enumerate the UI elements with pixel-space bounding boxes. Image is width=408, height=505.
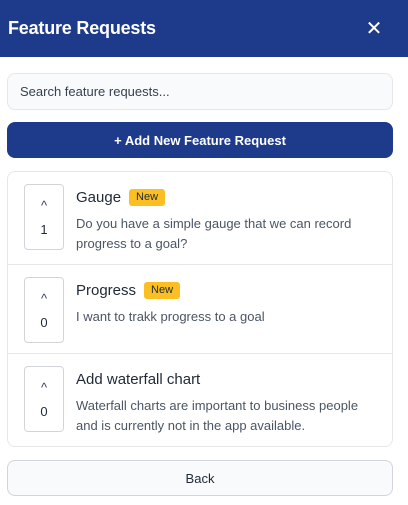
item-description: Waterfall charts are important to busine…: [76, 398, 359, 433]
add-feature-request-button[interactable]: + Add New Feature Request: [7, 122, 393, 158]
upvote-button[interactable]: ^ 1: [24, 184, 64, 250]
item-description: I want to trakk progress to a goal: [76, 309, 265, 324]
feature-request-list: ^ 1 Gauge New Do you have a simple gauge…: [7, 171, 393, 447]
vote-count: 0: [40, 403, 48, 419]
back-button[interactable]: Back: [7, 460, 393, 496]
status-badge: New: [129, 188, 166, 206]
panel-title: Feature Requests: [8, 18, 156, 38]
item-body: Add waterfall chart Waterfall charts are…: [76, 366, 376, 436]
list-item: ^ 0 Add waterfall chart Waterfall charts…: [8, 354, 392, 446]
vote-count: 1: [40, 221, 48, 237]
list-item: ^ 0 Progress New I want to trakk progres…: [8, 265, 392, 354]
chevron-up-icon: ^: [40, 379, 48, 395]
panel-header: Feature Requests ✕: [0, 0, 408, 57]
list-item: ^ 1 Gauge New Do you have a simple gauge…: [8, 172, 392, 265]
close-icon[interactable]: ✕: [364, 19, 384, 39]
upvote-button[interactable]: ^ 0: [24, 277, 64, 343]
item-body: Gauge New Do you have a simple gauge tha…: [76, 184, 376, 254]
title-row: Gauge New: [76, 186, 376, 208]
vote-count: 0: [40, 314, 48, 330]
item-description: Do you have a simple gauge that we can r…: [76, 216, 352, 251]
panel-content: + Add New Feature Request ^ 1 Gauge New …: [0, 57, 408, 496]
item-title: Add waterfall chart: [76, 370, 201, 388]
item-title: Progress: [76, 281, 137, 299]
chevron-up-icon: ^: [40, 290, 48, 306]
item-title: Gauge: [76, 188, 122, 206]
feature-requests-panel: Feature Requests ✕ + Add New Feature Req…: [0, 0, 408, 505]
title-row: Add waterfall chart: [76, 368, 376, 390]
title-row: Progress New: [76, 279, 376, 301]
chevron-up-icon: ^: [40, 197, 48, 213]
upvote-button[interactable]: ^ 0: [24, 366, 64, 432]
search-input[interactable]: [7, 73, 393, 110]
item-body: Progress New I want to trakk progress to…: [76, 277, 376, 327]
status-badge: New: [144, 281, 181, 299]
